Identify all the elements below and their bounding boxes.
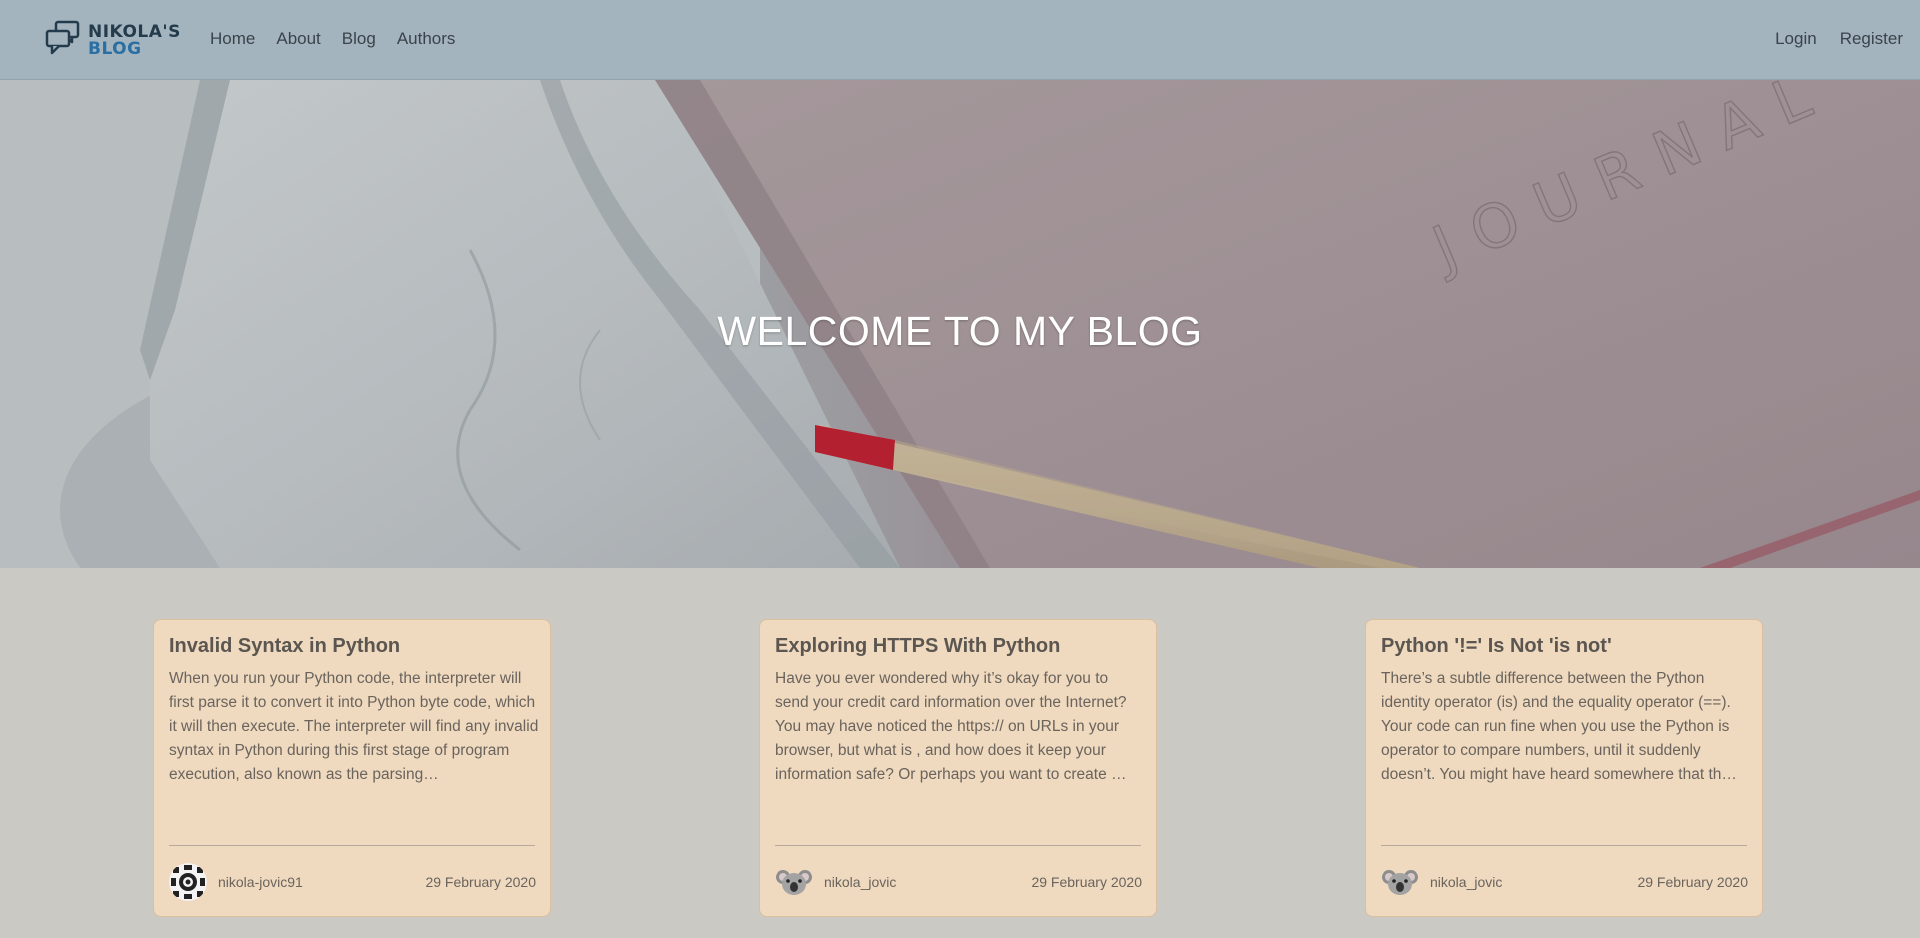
geometric-avatar-icon [169, 863, 207, 901]
main-nav: Home About Blog Authors [210, 29, 476, 49]
post-card[interactable]: Python '!=' Is Not 'is not' There’s a su… [1365, 619, 1763, 917]
post-card[interactable]: Invalid Syntax in Python When you run yo… [153, 619, 551, 917]
post-date: 29 February 2020 [1637, 874, 1748, 890]
post-author[interactable]: nikola_jovic [824, 874, 896, 890]
hero-title: WELCOME TO MY BLOG [717, 308, 1203, 354]
post-card[interactable]: Exploring HTTPS With Python Have you eve… [759, 619, 1157, 917]
nav-blog-link[interactable]: Blog [342, 29, 376, 49]
auth-nav: Login Register [1752, 29, 1903, 49]
site-logo[interactable]: NIKOLA'S BLOG [45, 20, 185, 60]
post-author[interactable]: nikola_jovic [1430, 874, 1502, 890]
post-title[interactable]: Invalid Syntax in Python [169, 634, 536, 658]
post-excerpt: Have you ever wondered why it’s okay for… [775, 670, 1127, 783]
post-excerpt: When you run your Python code, the inter… [169, 670, 539, 783]
navbar: NIKOLA'S BLOG Home About Blog Authors Lo… [0, 0, 1920, 80]
post-author[interactable]: nikola-jovic91 [218, 874, 303, 890]
post-date: 29 February 2020 [425, 874, 536, 890]
speech-bubbles-icon [45, 20, 80, 55]
post-excerpt: There’s a subtle difference between the … [1381, 670, 1737, 783]
post-title[interactable]: Exploring HTTPS With Python [775, 634, 1142, 658]
post-date: 29 February 2020 [1031, 874, 1142, 890]
koala-avatar-icon [775, 863, 813, 901]
hero-banner: JOURNAL WELCOME TO MY BLOG [0, 80, 1920, 568]
card-divider [775, 845, 1141, 846]
post-title[interactable]: Python '!=' Is Not 'is not' [1381, 634, 1748, 658]
logo-text-bottom: BLOG [88, 39, 142, 59]
login-link[interactable]: Login [1775, 29, 1817, 49]
card-divider [1381, 845, 1747, 846]
nav-authors-link[interactable]: Authors [397, 29, 456, 49]
register-link[interactable]: Register [1840, 29, 1903, 49]
card-divider [169, 845, 535, 846]
koala-avatar-icon [1381, 863, 1419, 901]
nav-about-link[interactable]: About [276, 29, 320, 49]
nav-home-link[interactable]: Home [210, 29, 255, 49]
